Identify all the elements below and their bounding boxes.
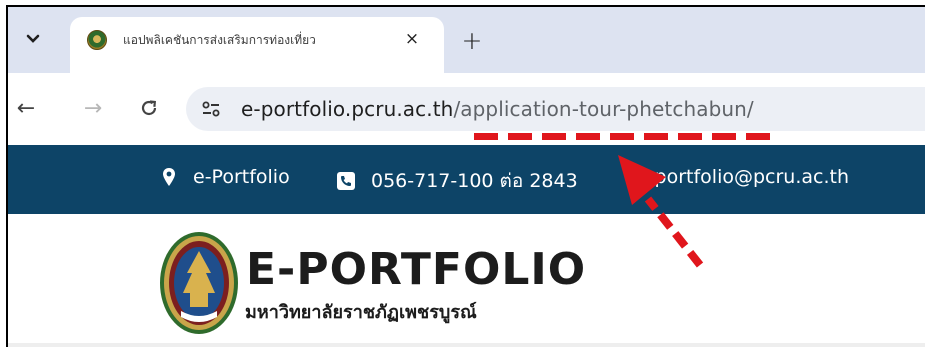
reload-icon	[141, 100, 157, 116]
url-host: e-portfolio.pcru.ac.th	[241, 97, 454, 121]
forward-button[interactable]: →	[76, 91, 110, 125]
forward-arrow-icon: →	[83, 95, 103, 121]
annotation-dashed-underline	[474, 133, 780, 140]
phone-icon	[337, 172, 355, 190]
university-seal-icon	[87, 30, 107, 50]
tab-close-button[interactable]: ×	[400, 27, 424, 51]
back-button[interactable]: ←	[9, 91, 43, 125]
header-bottom-shadow	[8, 343, 925, 347]
back-arrow-icon: ←	[16, 95, 36, 121]
new-tab-button[interactable]: +	[458, 25, 486, 55]
chevron-down-icon	[26, 34, 40, 43]
screenshot-frame: แอปพลิเคชันการส่งเสริมการท่องเที่ยว × + …	[6, 5, 925, 347]
plus-icon: +	[461, 25, 483, 55]
browser-toolbar: ← → e-portfolio.pcru.ac.th/application-t…	[8, 73, 925, 145]
annotation-arrow	[618, 155, 704, 268]
tab-title: แอปพลิเคชันการส่งเสริมการท่องเที่ยว	[123, 33, 316, 47]
brand-subtitle: มหาวิทยาลัยราชภัฏเพชรบูรณ์	[245, 302, 477, 323]
site-info-icon	[202, 101, 220, 117]
tab-search-button[interactable]	[18, 21, 48, 57]
url-path: /application-tour-phetchabun/	[453, 97, 754, 121]
university-seal-logo[interactable]	[159, 231, 239, 335]
brand-title[interactable]: E-PORTFOLIO	[246, 244, 586, 295]
address-bar[interactable]: e-portfolio.pcru.ac.th/application-tour-…	[186, 87, 925, 131]
url-text[interactable]: e-portfolio.pcru.ac.th/application-tour-…	[241, 97, 754, 121]
reload-button[interactable]	[132, 91, 166, 125]
browser-tab-active[interactable]: แอปพลิเคชันการส่งเสริมการท่องเที่ยว ×	[70, 17, 444, 73]
browser-tabstrip: แอปพลิเคชันการส่งเสริมการท่องเที่ยว × +	[8, 7, 925, 73]
close-icon: ×	[404, 29, 420, 49]
portfolio-link[interactable]: e-Portfolio	[160, 166, 290, 188]
site-info-button[interactable]	[198, 97, 224, 121]
phone-link[interactable]: 056-717-100 ต่อ 2843	[336, 166, 578, 196]
site-contact-bar: e-Portfolio 056-717-100 ต่อ 2843 e-portf…	[8, 145, 925, 214]
map-pin-icon	[163, 168, 175, 186]
portfolio-label: e-Portfolio	[193, 166, 290, 188]
phone-label: 056-717-100 ต่อ 2843	[371, 170, 578, 192]
site-header: E-PORTFOLIO มหาวิทยาลัยราชภัฏเพชรบูรณ์	[8, 214, 925, 347]
